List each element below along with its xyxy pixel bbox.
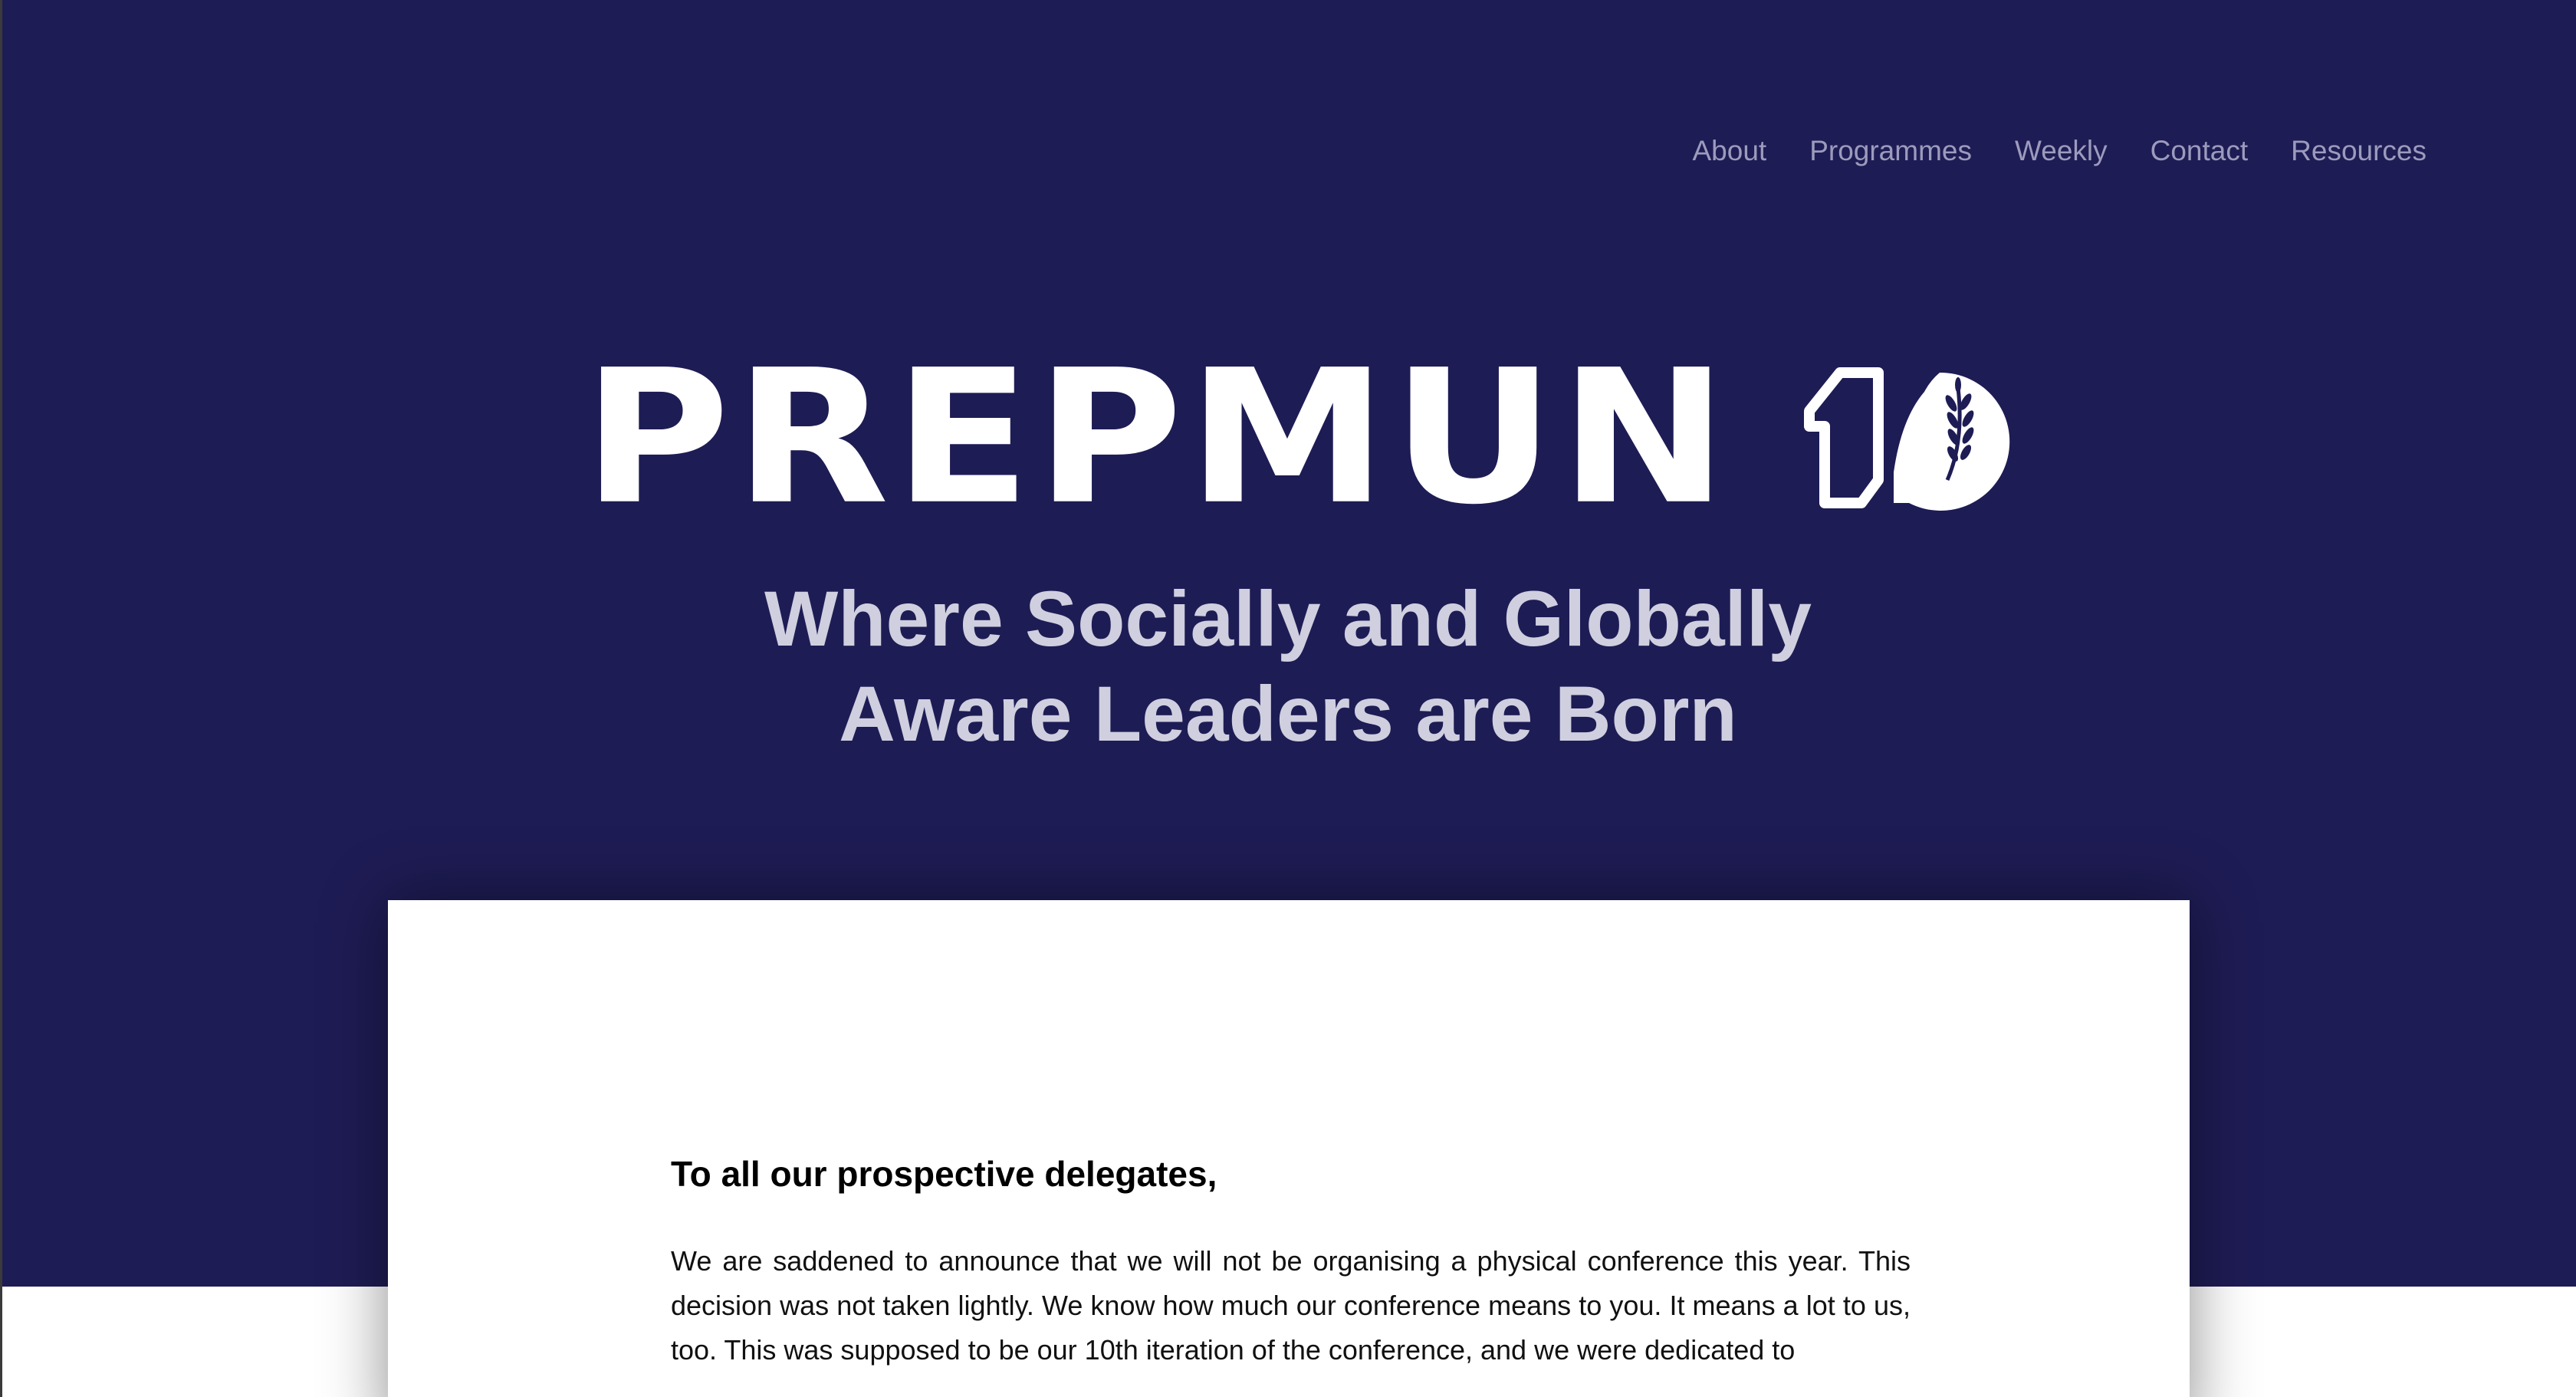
page: About Programmes Weekly Contact Resource…	[0, 0, 2576, 1397]
logo-wordmark: PREPMUN	[583, 330, 1733, 545]
top-nav: About Programmes Weekly Contact Resource…	[1693, 135, 2427, 167]
announcement-card: To all our prospective delegates, We are…	[388, 900, 2190, 1397]
hero-tagline: Where Socially and Globally Aware Leader…	[0, 571, 2576, 761]
nav-about[interactable]: About	[1693, 135, 1767, 167]
nav-contact[interactable]: Contact	[2150, 135, 2249, 167]
site-logo[interactable]: PREPMUN	[583, 337, 2016, 538]
window-edge	[0, 0, 2, 1397]
tagline-line-2: Aware Leaders are Born	[839, 670, 1737, 758]
tagline-line-1: Where Socially and Globally	[764, 575, 1812, 662]
nav-programmes[interactable]: Programmes	[1809, 135, 1972, 167]
ten-leaf-logo-icon	[1803, 367, 2009, 511]
letter-heading: To all our prospective delegates,	[671, 1154, 1217, 1194]
letter-body: We are saddened to announce that we will…	[671, 1245, 1911, 1366]
announcement-letter: To all our prospective delegates, We are…	[671, 1153, 1911, 1372]
nav-weekly[interactable]: Weekly	[2015, 135, 2108, 167]
nav-resources[interactable]: Resources	[2291, 135, 2426, 167]
